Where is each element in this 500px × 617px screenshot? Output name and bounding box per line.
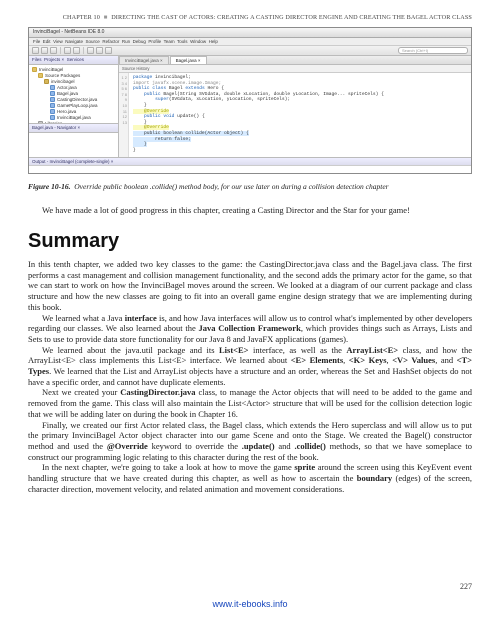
tree-label[interactable]: InvinciBagel.java [57,115,91,120]
menu-item[interactable]: Window [190,39,206,44]
menu-item[interactable]: Navigate [65,39,83,44]
chapter-label: CHAPTER 10 [63,14,100,21]
menu-item[interactable]: File [33,39,40,44]
panel-tab[interactable]: Files [32,57,42,62]
menu-item[interactable]: Debug [133,39,146,44]
menu-item[interactable]: Tools [177,39,188,44]
folder-icon [32,67,37,72]
project-tree[interactable]: InvinciBagel Source Packages invincibage… [29,65,118,123]
paragraph: In the next chapter, we're going to take… [28,462,472,494]
java-file-icon [50,85,55,90]
toolbar-button[interactable] [73,47,80,54]
toolbar-button[interactable] [96,47,103,54]
tree-label[interactable]: CastingDirector.java [57,97,97,102]
ide-menubar: File Edit View Navigate Source Refactor … [29,38,471,46]
line-gutter: 1 2 3 4 5 6 7 8 9 10 11 12 13 [119,73,129,157]
package-icon [44,79,49,84]
menu-item[interactable]: Profile [148,39,161,44]
page-number: 227 [460,582,472,591]
ide-titlebar: InvinciBagel - NetBeans IDE 8.0 [29,28,471,38]
tree-label[interactable]: invincibagel [51,79,75,84]
toolbar-button[interactable] [32,47,39,54]
menu-item[interactable]: Run [122,39,130,44]
ide-toolbar: Search (Ctrl+I) [29,46,471,56]
paragraph: In this tenth chapter, we added two key … [28,259,472,313]
search-input[interactable]: Search (Ctrl+I) [398,47,468,54]
project-panel-head: Files Projects × Services [29,56,118,65]
lead-paragraph: We have made a lot of good progress in t… [28,205,472,216]
java-file-icon [50,91,55,96]
panel-tab[interactable]: Projects × [44,57,64,62]
tree-label[interactable]: Hero.java [57,109,76,114]
menu-item[interactable]: Source [86,39,100,44]
editor-tabs: InvinciBagel.java × Bagel.java × [119,56,471,65]
toolbar-button[interactable] [50,47,57,54]
java-file-icon [50,115,55,120]
editor-tab[interactable]: Bagel.java × [170,56,207,64]
toolbar-button[interactable] [41,47,48,54]
editor-tab[interactable]: InvinciBagel.java × [119,56,169,64]
chapter-title: DIRECTING THE CAST OF ACTORS: CREATING A… [111,14,472,21]
summary-heading: Summary [28,230,472,253]
panel-tab[interactable]: Services [67,57,84,62]
toolbar-button[interactable] [64,47,71,54]
tree-label[interactable]: InvinciBagel [39,67,63,72]
output-tab[interactable]: Output - InvinciBagel (complete-single) … [29,158,471,166]
paragraph: Next we created your CastingDirector.jav… [28,387,472,419]
tree-label[interactable]: Bagel.java [57,91,78,96]
toolbar-button[interactable] [87,47,94,54]
paragraph: We learned what a Java interface is, and… [28,313,472,345]
toolbar-separator [83,47,84,54]
figure-label: Figure 10-16. [28,182,71,191]
figure-text: Override public boolean .collide() metho… [74,182,388,191]
code-editor[interactable]: 1 2 3 4 5 6 7 8 9 10 11 12 13 package in… [119,73,471,157]
java-file-icon [50,103,55,108]
toolbar-button[interactable] [105,47,112,54]
running-head: CHAPTER 10 ■ DIRECTING THE CAST OF ACTOR… [28,14,472,21]
window-title: InvinciBagel - NetBeans IDE 8.0 [33,29,104,35]
java-file-icon [50,97,55,102]
paragraph: We learned about the java.util package a… [28,345,472,388]
paragraph: Finally, we created our first Actor rela… [28,420,472,463]
toolbar-separator [60,47,61,54]
menu-item[interactable]: Edit [43,39,51,44]
project-panel: Files Projects × Services InvinciBagel S… [29,56,119,157]
output-body [29,166,471,174]
tree-label[interactable]: Source Packages [45,73,80,78]
body-text: In this tenth chapter, we added two key … [28,259,472,494]
code-content: package invincibagel; import javafx.scen… [131,73,471,155]
java-file-icon [50,109,55,114]
editor-subtabs[interactable]: Source History [119,65,471,73]
figure-caption: Figure 10-16. Override public boolean .c… [28,182,472,191]
tree-label[interactable]: Actor.java [57,85,77,90]
menu-item[interactable]: Refactor [102,39,119,44]
ide-screenshot: InvinciBagel - NetBeans IDE 8.0 File Edi… [28,27,472,174]
menu-item[interactable]: Team [164,39,175,44]
menu-item[interactable]: View [53,39,63,44]
header-separator: ■ [104,14,108,21]
navigator-head: Bagel.java - Navigator × [29,124,118,133]
menu-item[interactable]: Help [209,39,218,44]
folder-icon [38,73,43,78]
footer-link[interactable]: www.it-ebooks.info [0,599,500,609]
tree-label[interactable]: GamePlayLoop.java [57,103,98,108]
